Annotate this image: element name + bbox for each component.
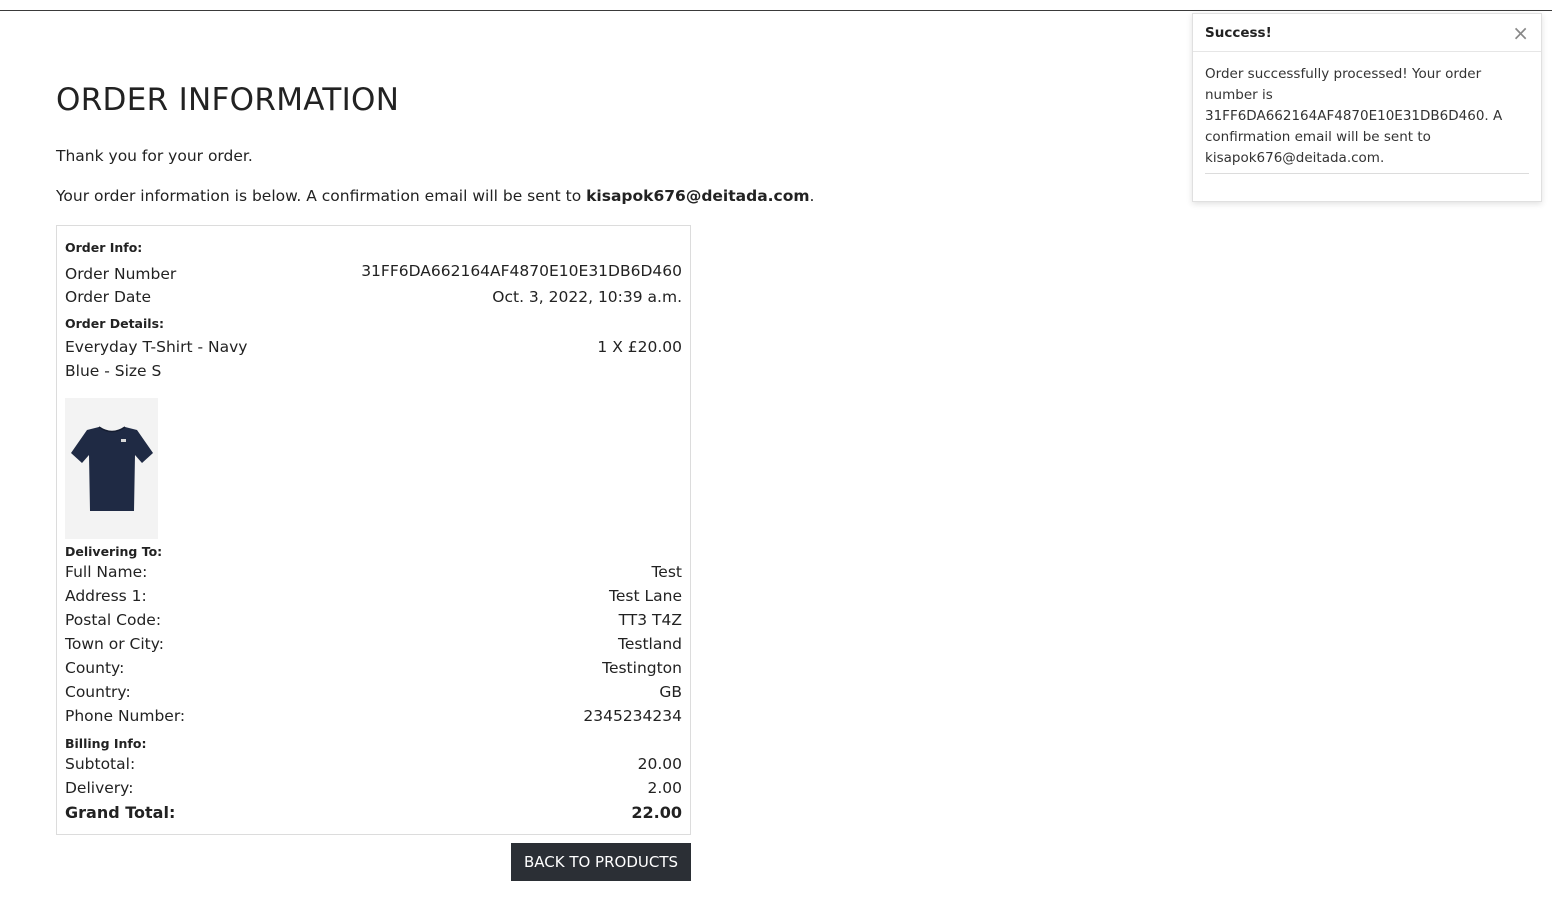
grand-total-value: 22.00 [631, 803, 682, 822]
billing-info-heading: Billing Info: [65, 736, 147, 751]
toast-divider [1205, 173, 1529, 174]
town-label: Town or City: [65, 635, 165, 653]
confirmation-info-text: Your order information is below. A confi… [56, 187, 814, 205]
confirmation-prefix: Your order information is below. A confi… [56, 187, 587, 205]
top-divider [0, 0, 1552, 11]
full-name-label: Full Name: [65, 563, 148, 581]
delivery-field-row: Full Name: Test [65, 563, 682, 581]
delivery-field-row: Phone Number: 2345234234 [65, 707, 682, 725]
postal-code-value: TT3 T4Z [618, 611, 682, 629]
phone-label: Phone Number: [65, 707, 186, 725]
grand-total-row: Grand Total: 22.00 [65, 803, 682, 822]
country-value: GB [659, 683, 682, 701]
delivery-cost-label: Delivery: [65, 779, 134, 797]
delivery-field-row: Country: GB [65, 683, 682, 701]
page-title: ORDER INFORMATION [56, 82, 400, 118]
delivery-cost-value: 2.00 [647, 779, 682, 797]
delivery-field-row: Address 1: Test Lane [65, 587, 682, 605]
order-item-name: Everyday T-Shirt - Navy Blue - Size S [65, 338, 248, 380]
delivery-field-row: Town or City: Testland [65, 635, 682, 653]
order-date-label: Order Date [65, 288, 152, 306]
phone-value: 2345234234 [583, 707, 682, 725]
navy-tshirt-image [70, 425, 153, 511]
postal-code-label: Postal Code: [65, 611, 162, 629]
back-to-products-button[interactable]: BACK TO PRODUCTS [511, 843, 691, 881]
order-item-quantity-price: 1 X £20.00 [597, 338, 682, 356]
order-date-value: Oct. 3, 2022, 10:39 a.m. [492, 288, 682, 306]
order-info-heading: Order Info: [65, 240, 143, 255]
country-label: Country: [65, 683, 131, 701]
order-number-value: 31FF6DA662164AF4870E10E31DB6D460 [361, 262, 682, 280]
toast-header: Success! × [1193, 14, 1541, 52]
order-details-heading: Order Details: [65, 316, 165, 331]
delivering-to-heading: Delivering To: [65, 544, 163, 559]
toast-title: Success! [1205, 24, 1272, 41]
delivery-field-row: County: Testington [65, 659, 682, 677]
grand-total-label: Grand Total: [65, 803, 176, 822]
county-label: County: [65, 659, 125, 677]
order-number-row: Order Number 31FF6DA662164AF4870E10E31DB… [65, 262, 682, 283]
order-summary-box: Order Info: Order Number 31FF6DA662164AF… [56, 225, 691, 835]
town-value: Testland [618, 635, 682, 653]
full-name-value: Test [651, 563, 682, 581]
county-value: Testington [602, 659, 682, 677]
subtotal-label: Subtotal: [65, 755, 136, 773]
address-1-label: Address 1: [65, 587, 147, 605]
subtotal-row: Subtotal: 20.00 [65, 755, 682, 773]
success-toast: Success! × Order successfully processed!… [1192, 13, 1542, 202]
confirmation-suffix: . [809, 187, 815, 205]
subtotal-value: 20.00 [637, 755, 682, 773]
address-1-value: Test Lane [609, 587, 682, 605]
order-item-row: Everyday T-Shirt - Navy Blue - Size S 1 … [65, 335, 682, 383]
delivery-cost-row: Delivery: 2.00 [65, 779, 682, 797]
product-thumbnail [65, 398, 158, 539]
toast-message: Order successfully processed! Your order… [1205, 66, 1503, 166]
close-icon[interactable]: × [1512, 23, 1529, 43]
order-date-row: Order Date Oct. 3, 2022, 10:39 a.m. [65, 288, 682, 306]
order-number-label: Order Number [65, 265, 177, 283]
confirmation-email: kisapok676@deitada.com [586, 187, 810, 205]
delivery-field-row: Postal Code: TT3 T4Z [65, 611, 682, 629]
thank-you-text: Thank you for your order. [56, 147, 253, 165]
